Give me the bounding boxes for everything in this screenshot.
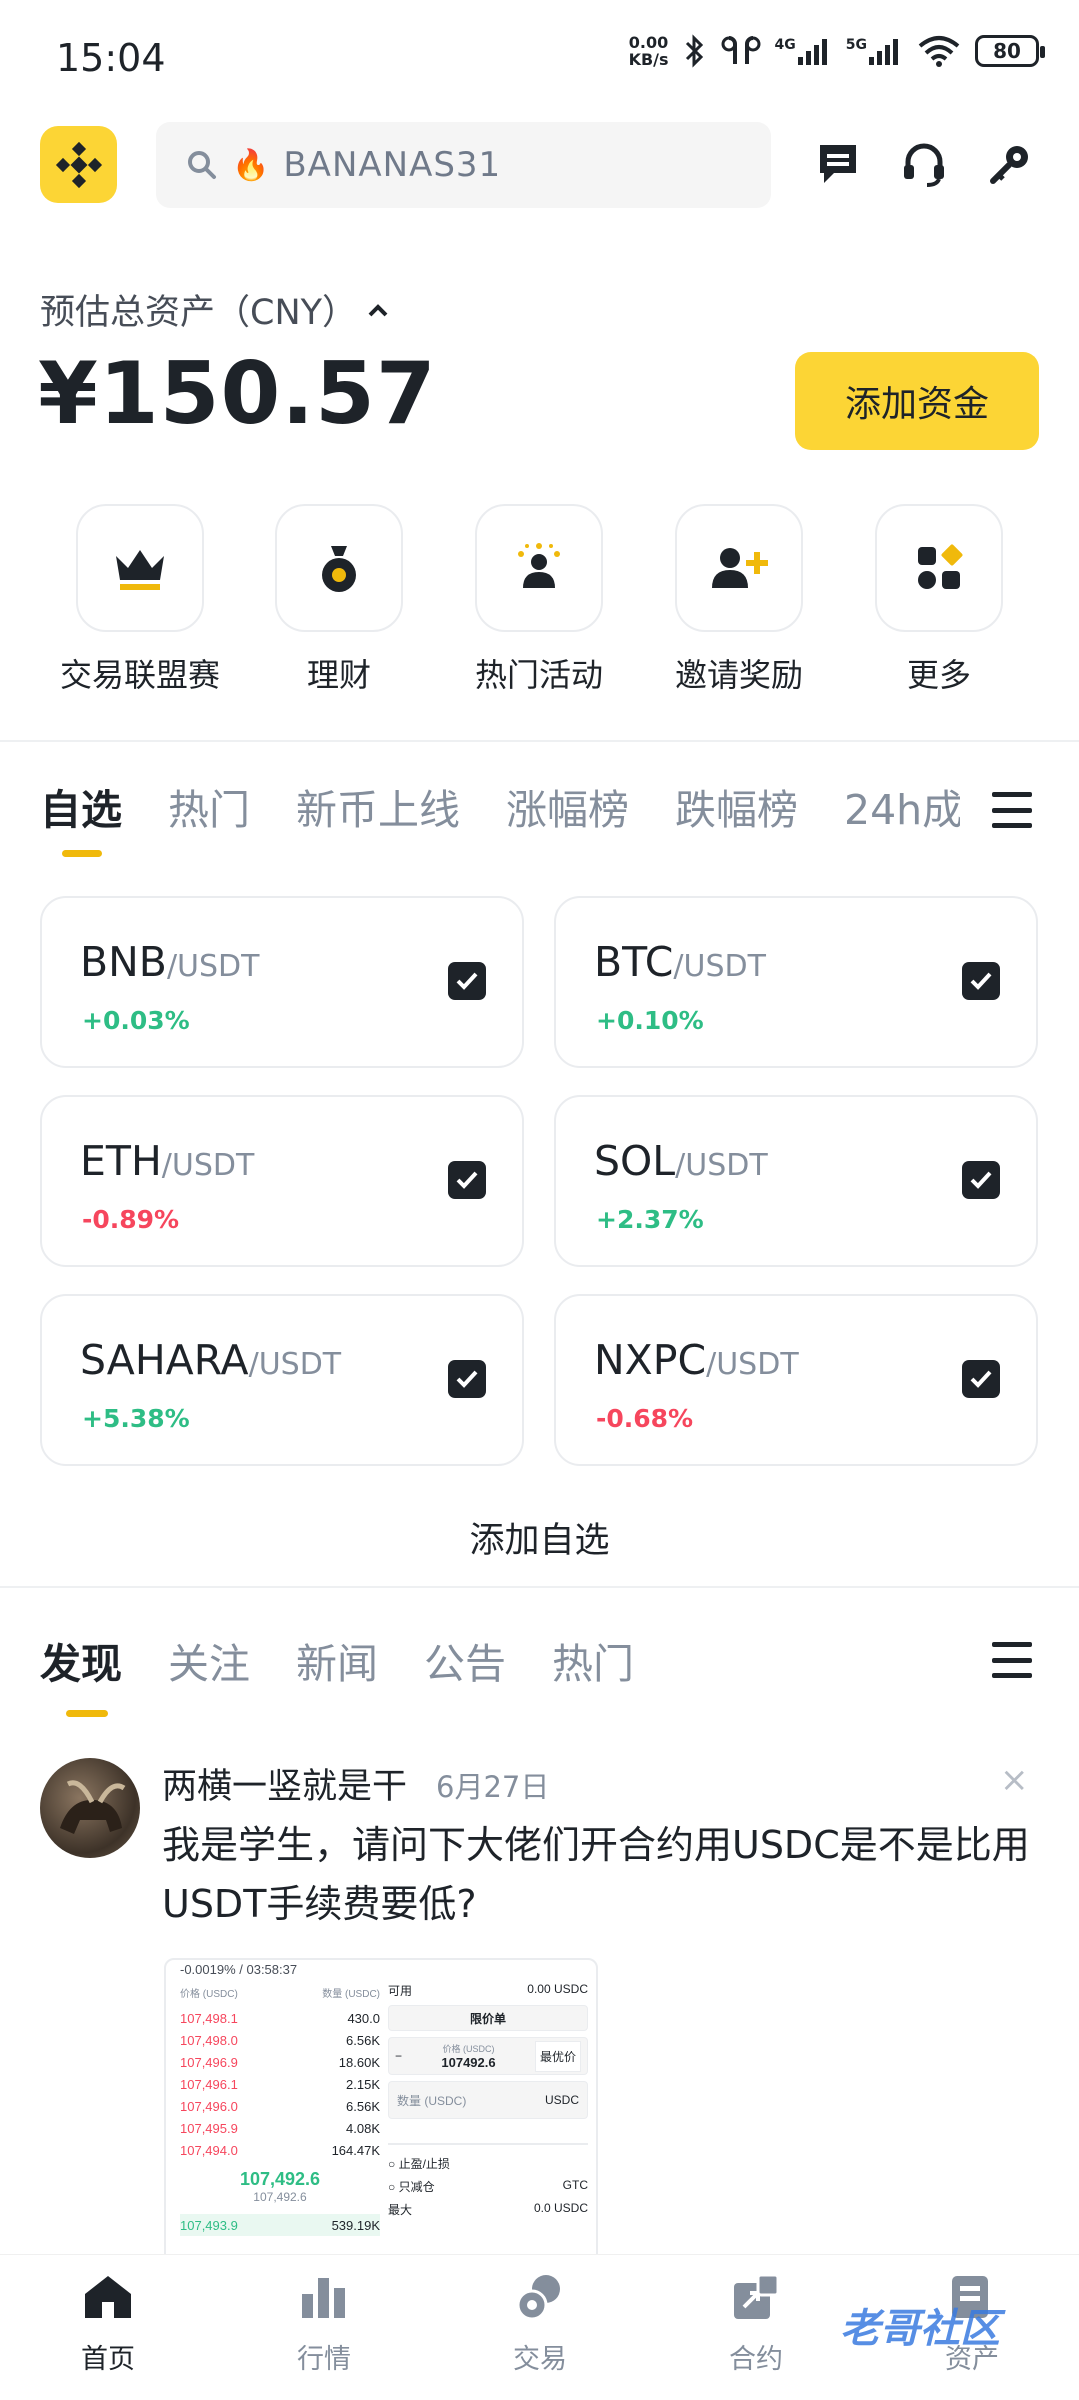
market-tabs: 自选 热门 新币上线 涨幅榜 跌幅榜 24h成 <box>40 776 960 836</box>
checkbox-checked-icon[interactable] <box>448 1360 486 1398</box>
pair-name: ETH/USDT <box>80 1137 255 1185</box>
watchlist-card-sahara[interactable]: SAHARA/USDT +5.38% <box>40 1294 524 1466</box>
fire-icon: 🔥 <box>232 147 270 183</box>
binance-logo[interactable] <box>40 126 117 203</box>
nav-trade[interactable]: 交易 <box>440 2269 640 2376</box>
search-bar[interactable]: 🔥 BANANAS31 <box>156 122 771 208</box>
bar-chart-icon <box>302 2278 345 2318</box>
chevron-up-icon <box>368 303 388 316</box>
checkbox-checked-icon[interactable] <box>448 962 486 1000</box>
tab-following[interactable]: 关注 <box>168 1630 250 1690</box>
status-time: 15:04 <box>56 36 166 80</box>
watchlist-card-sol[interactable]: SOL/USDT +2.37% <box>554 1095 1038 1267</box>
earbuds-icon <box>721 36 761 64</box>
total-assets-value: ¥150.57 <box>38 344 437 444</box>
pair-name: BNB/USDT <box>80 938 260 986</box>
active-tab-indicator <box>62 850 102 857</box>
checkbox-checked-icon[interactable] <box>448 1161 486 1199</box>
tab-favorites[interactable]: 自选 <box>40 776 122 836</box>
bull-avatar-icon <box>60 1780 126 1834</box>
search-icon <box>188 151 216 179</box>
order-panel: 可用 0.00 USDC 限价单 − 价格 (USDC) 107492.6 最优价 … <box>388 1982 588 2217</box>
wifi-icon <box>918 36 960 67</box>
add-to-watchlist-button[interactable]: 添加自选 <box>0 1512 1079 1563</box>
active-feed-tab-indicator <box>66 1710 108 1717</box>
message-icon <box>820 145 856 183</box>
tab-announcements[interactable]: 公告 <box>424 1630 506 1690</box>
checkbox-checked-icon[interactable] <box>962 962 1000 1000</box>
quick-action-invite[interactable]: 邀请奖励 <box>639 504 839 696</box>
pair-name: NXPC/USDT <box>594 1336 799 1384</box>
tab-discover[interactable]: 发现 <box>40 1630 122 1690</box>
avatar[interactable] <box>40 1758 140 1858</box>
bluetooth-icon <box>685 34 703 68</box>
tab-gainers[interactable]: 涨幅榜 <box>506 776 629 836</box>
money-bag-icon <box>322 546 356 592</box>
quick-action-earn[interactable]: 理财 <box>239 504 439 696</box>
post-author[interactable]: 两横一竖就是干 <box>162 1758 407 1809</box>
wallet-connect-button[interactable] <box>984 138 1036 190</box>
watchlist-card-bnb[interactable]: BNB/USDT +0.03% <box>40 896 524 1068</box>
checkbox-checked-icon[interactable] <box>962 1161 1000 1199</box>
feed-tabs: 发现 关注 新闻 公告 热门 <box>40 1630 634 1690</box>
net-speed: 0.00 KB/s <box>628 33 669 69</box>
price-change: +2.37% <box>596 1205 704 1234</box>
post-image[interactable]: -0.0019% / 03:58:37 价格 (USDC) 数量 (USDC) 1… <box>164 1958 598 2264</box>
add-funds-button[interactable]: 添加资金 <box>795 352 1039 450</box>
checkbox-checked-icon[interactable] <box>962 1360 1000 1398</box>
price-change: -0.89% <box>82 1205 180 1234</box>
quick-action-hot-events[interactable]: 热门活动 <box>439 504 639 696</box>
market-tabs-menu-icon[interactable] <box>992 792 1032 828</box>
quick-action-more[interactable]: 更多 <box>839 504 1039 696</box>
grid-more-icon <box>918 544 963 589</box>
close-icon[interactable]: × <box>1000 1760 1029 1800</box>
tab-trending[interactable]: 热门 <box>552 1630 634 1690</box>
support-button[interactable] <box>898 138 950 190</box>
crown-icon <box>116 550 164 590</box>
quick-action-trading-league[interactable]: 交易联盟赛 <box>40 504 240 696</box>
watermark-logo: 老哥社区 <box>840 2306 1000 2352</box>
status-icons: 0.00 KB/s 4G 5G 80 <box>628 33 1045 69</box>
search-placeholder: BANANAS31 <box>283 145 502 185</box>
trade-coins-icon <box>516 2275 560 2321</box>
section-divider <box>0 740 1079 742</box>
pair-name: SAHARA/USDT <box>80 1336 342 1384</box>
pair-name: SOL/USDT <box>594 1137 768 1185</box>
watchlist-card-eth[interactable]: ETH/USDT -0.89% <box>40 1095 524 1267</box>
tab-new-listings[interactable]: 新币上线 <box>296 776 460 836</box>
pair-name: BTC/USDT <box>594 938 766 986</box>
order-book: -0.0019% / 03:58:37 价格 (USDC) 数量 (USDC) 1… <box>180 1960 380 2236</box>
price-change: +0.10% <box>596 1006 704 1035</box>
post-date: 6月27日 <box>436 1770 550 1804</box>
link-key-icon <box>990 146 1028 184</box>
price-change: +0.03% <box>82 1006 190 1035</box>
signal-4g: 4G <box>775 37 832 65</box>
tab-hot[interactable]: 热门 <box>168 776 250 836</box>
nav-markets[interactable]: 行情 <box>224 2269 424 2376</box>
signal-5g: 5G <box>846 37 903 65</box>
price-change: -0.68% <box>596 1404 694 1433</box>
messages-button[interactable] <box>812 138 864 190</box>
tab-news[interactable]: 新闻 <box>296 1630 378 1690</box>
post-content[interactable]: 我是学生，请问下大佬们开合约用USDC是不是比用USDT手续费要低? <box>162 1816 1032 1934</box>
tab-24h-volume[interactable]: 24h成 <box>844 776 960 836</box>
binance-logo-icon <box>55 141 102 188</box>
headset-icon <box>904 143 944 187</box>
nav-home[interactable]: 首页 <box>8 2269 208 2376</box>
nav-futures[interactable]: 合约 <box>656 2269 856 2376</box>
watchlist-card-nxpc[interactable]: NXPC/USDT -0.68% <box>554 1294 1038 1466</box>
battery-indicator: 80 <box>975 35 1045 67</box>
home-icon <box>85 2276 131 2318</box>
price-change: +5.38% <box>82 1404 190 1433</box>
futures-icon <box>734 2273 780 2319</box>
feed-tabs-menu-icon[interactable] <box>992 1642 1032 1678</box>
estimated-assets-label[interactable]: 预估总资产（CNY） <box>40 284 389 335</box>
section-divider <box>0 1586 1079 1588</box>
watchlist-card-btc[interactable]: BTC/USDT +0.10% <box>554 896 1038 1068</box>
add-user-icon <box>712 548 768 588</box>
tab-losers[interactable]: 跌幅榜 <box>675 776 798 836</box>
celebration-icon <box>518 543 560 588</box>
